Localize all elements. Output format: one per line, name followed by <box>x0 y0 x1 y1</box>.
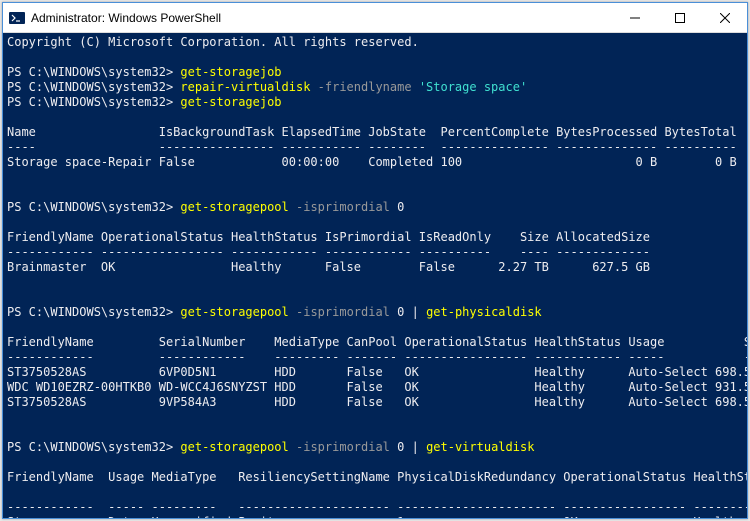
table-row: Brainmaster OK Healthy False False 2.27 … <box>7 260 743 275</box>
window-controls <box>612 3 747 32</box>
table-header: FriendlyName SerialNumber MediaType CanP… <box>7 335 743 350</box>
cmd-line: PS C:\WINDOWS\system32> get-storagepool … <box>7 200 743 215</box>
cmd-line: PS C:\WINDOWS\system32> get-storagepool … <box>7 305 743 320</box>
close-button[interactable] <box>702 3 747 32</box>
titlebar[interactable]: Administrator: Windows PowerShell <box>3 3 747 33</box>
copyright-line: Copyright (C) Microsoft Corporation. All… <box>7 35 743 50</box>
table-row: ST3750528AS 6VP0D5N1 HDD False OK Health… <box>7 365 743 380</box>
window-title: Administrator: Windows PowerShell <box>31 11 612 25</box>
table-divider: ---- ---------------- ----------- ------… <box>7 140 743 155</box>
table-header: FriendlyName OperationalStatus HealthSta… <box>7 230 743 245</box>
table-divider: ------------ ------------ --------- ----… <box>7 350 743 365</box>
table-divider: ------------ ----- --------- -----------… <box>7 500 743 515</box>
cmd-line: PS C:\WINDOWS\system32> repair-virtualdi… <box>7 80 743 95</box>
table-divider: ------------ ----------------- ---------… <box>7 245 743 260</box>
table-header: Name IsBackgroundTask ElapsedTime JobSta… <box>7 125 743 140</box>
cmd-line: PS C:\WINDOWS\system32> get-storagepool … <box>7 440 743 455</box>
table-header: FriendlyName Usage MediaType ResiliencyS… <box>7 470 743 485</box>
console-output[interactable]: Copyright (C) Microsoft Corporation. All… <box>3 33 747 518</box>
table-row: Storage space-Repair False 00:00:00 Comp… <box>7 155 743 170</box>
table-row: Storage space Data Unspecified Parity 1 … <box>7 515 743 518</box>
minimize-button[interactable] <box>612 3 657 32</box>
powershell-icon <box>9 10 25 26</box>
table-row: ST3750528AS 9VP584A3 HDD False OK Health… <box>7 395 743 410</box>
cmd-line: PS C:\WINDOWS\system32> get-storagejob <box>7 65 743 80</box>
table-row: WDC WD10EZRZ-00HTKB0 WD-WCC4J6SNYZST HDD… <box>7 380 743 395</box>
table-header: ach <box>7 485 743 500</box>
cmd-line: PS C:\WINDOWS\system32> get-storagejob <box>7 95 743 110</box>
maximize-button[interactable] <box>657 3 702 32</box>
powershell-window: Administrator: Windows PowerShell Copyri… <box>2 2 748 519</box>
